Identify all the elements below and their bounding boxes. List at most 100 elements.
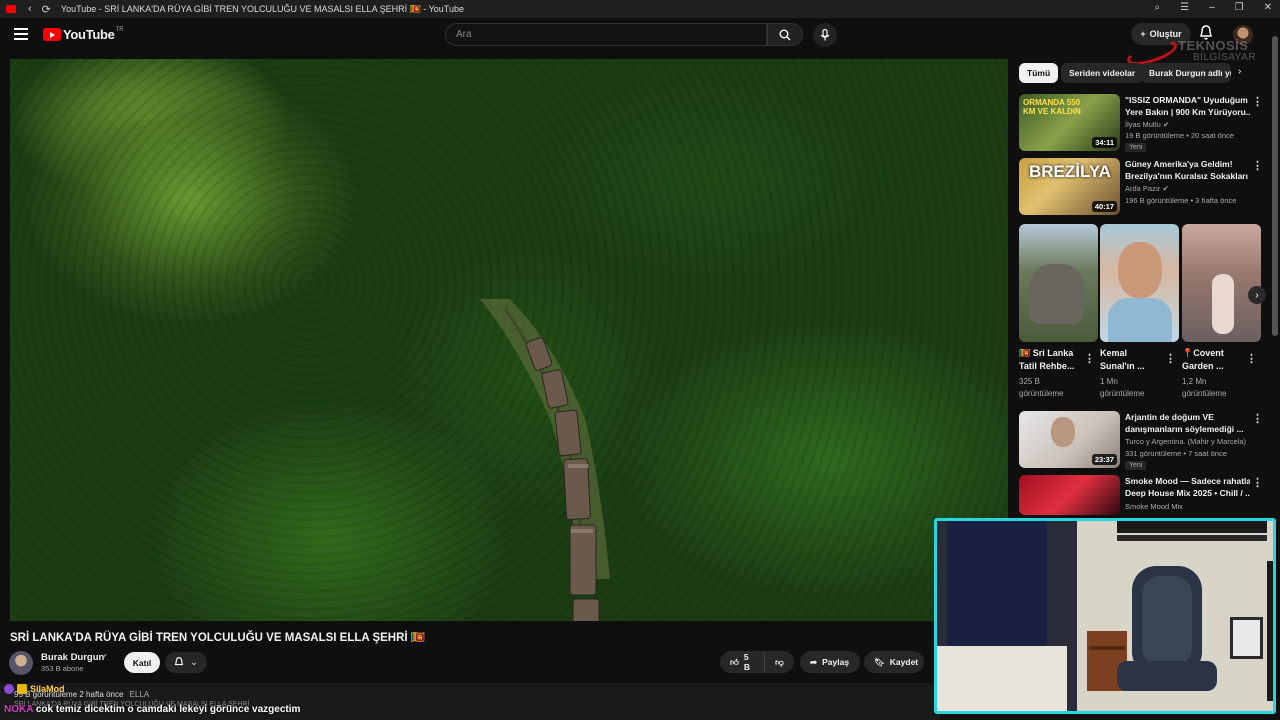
browser-title-bar: ‹ ⟳ YouTube - SRİ LANKA'DA RÜYA GİBİ TRE…: [0, 0, 1280, 18]
short-views: 1 Mn görüntüleme: [1100, 376, 1162, 400]
title-line: Yere Bakın | 900 Km Yürüyoru...: [1125, 107, 1250, 117]
microphone-icon: [820, 29, 830, 41]
chat-message: NOKA cok temiz dicektim o camdaki lekeyi…: [4, 704, 300, 715]
sidebar-video-title[interactable]: Smoke Mood — Sadece rahatla | Deep House…: [1125, 475, 1250, 499]
short-thumbnail[interactable]: [1100, 224, 1179, 342]
more-options-icon[interactable]: ⋮: [1252, 95, 1263, 108]
thumbs-up-icon: 👍︎: [730, 656, 739, 667]
thumbnail-text: BREZİLYA: [1029, 162, 1111, 181]
verified-check-icon: ✔: [1162, 120, 1170, 129]
sidebar-video-channel[interactable]: Arda Pazır ✔: [1125, 184, 1169, 193]
chip-all[interactable]: Tümü: [1019, 63, 1059, 83]
more-options-icon[interactable]: ⋮: [1165, 352, 1176, 365]
close-icon[interactable]: ✕: [1264, 2, 1272, 13]
sidebar-video-thumbnail[interactable]: ORMANDA 550 KM VE KALDIN 34:11: [1019, 94, 1120, 151]
thumbs-down-icon: 👎︎: [775, 656, 784, 667]
country-code: TR: [115, 27, 124, 33]
mod-badge-icon: [17, 684, 27, 694]
video-duration: 23:37: [1091, 454, 1117, 465]
sidebar-video-title[interactable]: Arjantin de doğum VE danışmanların söyle…: [1125, 411, 1250, 435]
chip-channel-uploads[interactable]: Burak Durgun adlı yükle: [1141, 63, 1231, 83]
short-thumbnail[interactable]: [1182, 224, 1261, 342]
chat-username-text: SilaMod: [30, 684, 65, 694]
chips-next-arrow-icon[interactable]: ›: [1238, 66, 1241, 77]
sidebar-video-meta: 196 B görüntüleme • 3 hafta önce: [1125, 196, 1237, 205]
sidebar-video-channel[interactable]: İlyas Mutlu ✔: [1125, 120, 1169, 129]
chip-series-videos[interactable]: Seriden videolar: [1061, 63, 1144, 83]
title-line: Deep House Mix 2025 • Chill / ...: [1125, 488, 1250, 498]
title-line: 📍Covent: [1182, 348, 1224, 358]
minimize-icon[interactable]: –: [1209, 2, 1215, 13]
reload-icon[interactable]: ⟳: [42, 3, 51, 16]
title-line: Arjantin de doğum VE: [1125, 412, 1214, 422]
sidebar-video-channel[interactable]: Turco y Argentina. (Mahir y Marcela): [1125, 437, 1246, 446]
face-shape: [1051, 417, 1075, 447]
dislike-button[interactable]: 👎︎: [764, 651, 794, 673]
save-label: Kaydet: [889, 657, 919, 667]
sidebar-video-channel[interactable]: Smoke Mood Mix: [1125, 502, 1183, 511]
more-options-icon[interactable]: ⋮: [1084, 352, 1095, 365]
title-line: Sunal'ın ...: [1100, 361, 1145, 371]
hamburger-menu-icon[interactable]: [14, 28, 28, 40]
sidebar-video-thumbnail[interactable]: [1019, 475, 1120, 515]
sidebar-video-meta: 331 görüntüleme • 7 saat önce: [1125, 449, 1227, 458]
channel-avatar[interactable]: [9, 651, 33, 675]
watermark-line2: BİLGİSAYAR: [1193, 52, 1256, 63]
sidebar-video-title[interactable]: "ISSIZ ORMANDA" Uyuduğum Yere Bakın | 90…: [1125, 94, 1250, 118]
chat-message-text: cok temiz dicektim o camdaki lekeyi görü…: [35, 704, 301, 715]
back-arrow-icon[interactable]: ‹: [28, 3, 32, 15]
share-button[interactable]: ➦ Paylaş: [800, 651, 860, 673]
title-line: Garden ...: [1182, 361, 1224, 371]
views-line: 325 B: [1019, 377, 1040, 386]
youtube-logo[interactable]: YouTube TR: [43, 27, 124, 42]
video-duration: 34:11: [1092, 137, 1117, 148]
more-options-icon[interactable]: ⋮: [1252, 159, 1263, 172]
new-badge: Yeni: [1125, 461, 1147, 470]
bell-icon: [175, 657, 184, 666]
video-title: SRİ LANKA'DA RÜYA GİBİ TREN YOLCULUĞU VE…: [10, 632, 426, 644]
subscriber-count: 353 B abone: [41, 664, 84, 673]
views-line: görüntüleme: [1019, 389, 1064, 398]
title-line: "ISSIZ ORMANDA" Uyuduğum: [1125, 95, 1248, 105]
sidebar-video-meta: 19 B görüntüleme • 20 saat önce: [1125, 131, 1234, 140]
sidebar-video-thumbnail[interactable]: BREZİLYA 40:17: [1019, 158, 1120, 215]
page-scrollbar[interactable]: [1272, 36, 1278, 336]
title-line: Brezilya'nın Kuralsız Sokakları ...: [1125, 171, 1250, 181]
views-line: görüntüleme: [1100, 389, 1145, 398]
more-options-icon[interactable]: ⋮: [1252, 476, 1263, 489]
search-window-icon[interactable]: ⌕: [1155, 2, 1161, 13]
maximize-icon[interactable]: ❐: [1235, 2, 1244, 13]
shorts-next-arrow-icon[interactable]: ›: [1248, 286, 1266, 304]
short-title[interactable]: Kemal Sunal'ın ...: [1100, 347, 1162, 373]
youtube-play-icon: [43, 28, 61, 41]
share-label: Paylaş: [822, 657, 850, 667]
title-line: Güney Amerika'ya Geldim!: [1125, 159, 1233, 169]
search-input[interactable]: Ara: [445, 23, 767, 46]
chat-prefix: NOKA: [4, 704, 34, 715]
title-line: Kemal: [1100, 348, 1128, 358]
sidebar-video-thumbnail[interactable]: 23:37: [1019, 411, 1120, 468]
search-button[interactable]: [767, 23, 803, 46]
thumbnail-text: ORMANDA 550 KM VE KALDIN: [1023, 98, 1081, 116]
voice-search-button[interactable]: [813, 23, 837, 47]
menu-window-icon[interactable]: ☰: [1180, 2, 1189, 13]
video-player[interactable]: [10, 59, 1008, 621]
channel-name[interactable]: Burak Durgun: [41, 652, 104, 663]
webcam-overlay: [934, 518, 1276, 714]
youtube-header: YouTube TR Ara + Oluştur: [0, 18, 1280, 56]
sidebar-video-title[interactable]: Güney Amerika'ya Geldim! Brezilya'nın Ku…: [1125, 158, 1250, 182]
title-line: danışmanların söylemediği ...: [1125, 424, 1244, 434]
browser-tab-title: YouTube - SRİ LANKA'DA RÜYA GİBİ TREN YO…: [60, 3, 464, 14]
like-button[interactable]: 👍︎ 5 B: [720, 651, 764, 673]
short-title[interactable]: 📍Covent Garden ...: [1182, 347, 1244, 373]
more-options-icon[interactable]: ⋮: [1252, 412, 1263, 425]
video-duration: 40:17: [1091, 201, 1117, 212]
short-thumbnail[interactable]: [1019, 224, 1098, 342]
elephant-shape: [1029, 264, 1084, 324]
chevron-down-icon: ⌄: [190, 657, 198, 667]
save-button[interactable]: 🔖︎ Kaydet: [864, 651, 924, 673]
short-title[interactable]: 🇱🇰 Sri Lanka Tatil Rehbe...: [1019, 347, 1081, 373]
more-options-icon[interactable]: ⋮: [1246, 352, 1257, 365]
join-button[interactable]: Katıl: [124, 652, 160, 673]
subscription-bell-button[interactable]: ⌄: [165, 652, 207, 673]
